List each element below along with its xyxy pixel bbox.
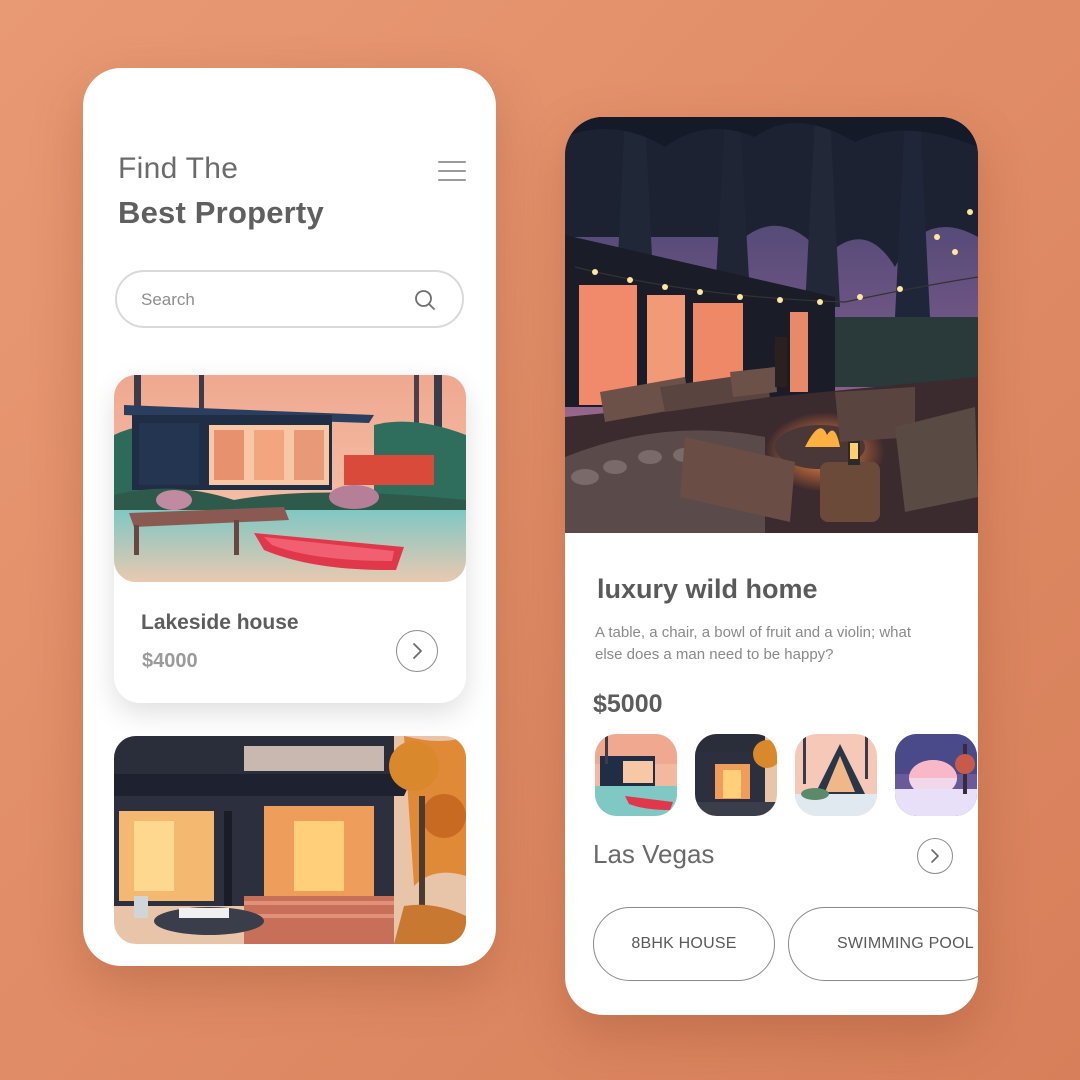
property-hero-image (565, 117, 978, 533)
chevron-right-icon (931, 849, 939, 863)
open-property-button[interactable] (396, 630, 438, 672)
search-icon[interactable] (414, 289, 436, 311)
location-next-button[interactable] (917, 838, 953, 874)
lakeside-house-image (114, 375, 466, 582)
thumbnail-a-frame-cabin[interactable] (795, 734, 877, 816)
property-detail-price: $5000 (593, 690, 663, 718)
thumbnail-winter-dome[interactable] (895, 734, 977, 816)
property-detail-title: luxury wild home (597, 574, 818, 604)
property-description: A table, a chair, a bowl of fruit and a … (595, 624, 912, 663)
property-detail-screen: luxury wild home A table, a chair, a bow… (565, 117, 978, 1015)
modern-house-card-image[interactable] (114, 736, 466, 944)
tag-chip-8bhk-house[interactable]: 8BHK HOUSE (593, 907, 775, 981)
property-list-screen: Find The Best Property Search Lakeside h… (83, 68, 496, 966)
property-title: Lakeside house (141, 611, 299, 634)
property-location: Las Vegas (593, 839, 715, 869)
thumbnail-modern-house[interactable] (695, 734, 777, 816)
chevron-right-icon (413, 643, 422, 659)
search-bar[interactable] (115, 270, 464, 328)
page-title-line2: Best Property (118, 195, 324, 230)
property-price: $4000 (142, 650, 198, 672)
hamburger-menu-icon[interactable] (438, 161, 466, 181)
tag-chip-swimming-pool[interactable]: SWIMMING POOL (788, 907, 978, 981)
search-input[interactable] (141, 286, 401, 314)
property-card-lakeside[interactable]: Lakeside house $4000 (114, 375, 466, 703)
page-title-line1: Find The (118, 152, 239, 185)
thumbnail-lakeside-house[interactable] (595, 734, 677, 816)
